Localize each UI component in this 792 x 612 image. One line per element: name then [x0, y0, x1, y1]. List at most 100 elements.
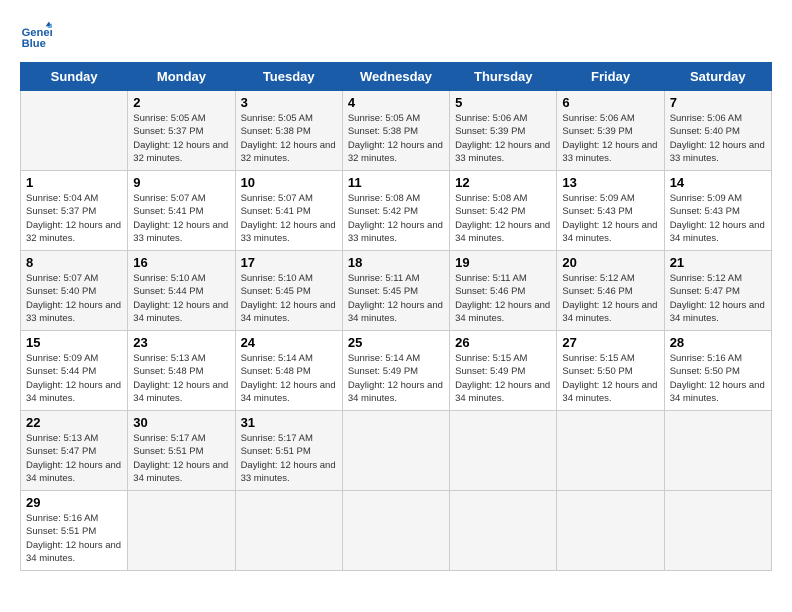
calendar-row: 2Sunrise: 5:05 AMSunset: 5:37 PMDaylight…: [21, 91, 772, 171]
day-number: 16: [133, 255, 229, 270]
day-detail: Sunrise: 5:12 AMSunset: 5:46 PMDaylight:…: [562, 272, 658, 325]
day-detail: Sunrise: 5:06 AMSunset: 5:39 PMDaylight:…: [562, 112, 658, 165]
svg-text:General: General: [22, 27, 52, 39]
day-detail: Sunrise: 5:06 AMSunset: 5:39 PMDaylight:…: [455, 112, 551, 165]
day-detail: Sunrise: 5:17 AMSunset: 5:51 PMDaylight:…: [133, 432, 229, 485]
day-detail: Sunrise: 5:07 AMSunset: 5:41 PMDaylight:…: [133, 192, 229, 245]
calendar-cell: 31Sunrise: 5:17 AMSunset: 5:51 PMDayligh…: [235, 411, 342, 491]
calendar-cell: [557, 411, 664, 491]
day-number: 12: [455, 175, 551, 190]
calendar-cell: [664, 491, 771, 571]
weekday-header-sunday: Sunday: [21, 63, 128, 91]
calendar-cell: 14 Sunrise: 5:09 AMSunset: 5:43 PMDayligh…: [664, 171, 771, 251]
calendar-cell: 11 Sunrise: 5:08 AMSunset: 5:42 PMDayligh…: [342, 171, 449, 251]
day-number: 28: [670, 335, 766, 350]
svg-text:Blue: Blue: [22, 38, 46, 50]
day-number: 18: [348, 255, 444, 270]
day-detail: Sunrise: 5:04 AMSunset: 5:37 PMDaylight:…: [26, 192, 122, 245]
calendar-cell: 3 Sunrise: 5:05 AMSunset: 5:38 PMDaylight…: [235, 91, 342, 171]
calendar-cell: 5 Sunrise: 5:06 AMSunset: 5:39 PMDaylight…: [450, 91, 557, 171]
calendar-cell: [128, 491, 235, 571]
weekday-header-saturday: Saturday: [664, 63, 771, 91]
day-detail: Sunrise: 5:07 AMSunset: 5:40 PMDaylight:…: [26, 272, 122, 325]
calendar-cell: 24 Sunrise: 5:14 AMSunset: 5:48 PMDayligh…: [235, 331, 342, 411]
calendar-table: SundayMondayTuesdayWednesdayThursdayFrid…: [20, 62, 772, 571]
calendar-cell: 25Sunrise: 5:14 AMSunset: 5:49 PMDayligh…: [342, 331, 449, 411]
day-detail: Sunrise: 5:09 AMSunset: 5:43 PMDaylight:…: [562, 192, 658, 245]
calendar-cell: [450, 491, 557, 571]
day-number: 7: [670, 95, 766, 110]
day-number: 25: [348, 335, 444, 350]
calendar-cell: 4Sunrise: 5:05 AMSunset: 5:38 PMDaylight…: [342, 91, 449, 171]
day-number: 19: [455, 255, 551, 270]
calendar-cell: 22 Sunrise: 5:13 AMSunset: 5:47 PMDayligh…: [21, 411, 128, 491]
page-header: General Blue: [20, 20, 772, 52]
day-number: 8: [26, 255, 122, 270]
logo: General Blue: [20, 20, 56, 52]
day-detail: Sunrise: 5:08 AMSunset: 5:42 PMDaylight:…: [455, 192, 551, 245]
weekday-header-friday: Friday: [557, 63, 664, 91]
calendar-cell: 13 Sunrise: 5:09 AMSunset: 5:43 PMDayligh…: [557, 171, 664, 251]
weekday-header-tuesday: Tuesday: [235, 63, 342, 91]
day-detail: Sunrise: 5:07 AMSunset: 5:41 PMDaylight:…: [241, 192, 337, 245]
calendar-cell: 15 Sunrise: 5:09 AMSunset: 5:44 PMDayligh…: [21, 331, 128, 411]
day-number: 24: [241, 335, 337, 350]
calendar-cell: [235, 491, 342, 571]
calendar-row: 22 Sunrise: 5:13 AMSunset: 5:47 PMDayligh…: [21, 411, 772, 491]
day-number: 14: [670, 175, 766, 190]
day-number: 10: [241, 175, 337, 190]
calendar-cell: 8 Sunrise: 5:07 AMSunset: 5:40 PMDaylight…: [21, 251, 128, 331]
day-detail: Sunrise: 5:10 AMSunset: 5:44 PMDaylight:…: [133, 272, 229, 325]
day-detail: Sunrise: 5:15 AMSunset: 5:49 PMDaylight:…: [455, 352, 551, 405]
day-detail: Sunrise: 5:16 AMSunset: 5:51 PMDaylight:…: [26, 512, 122, 565]
calendar-cell: 27Sunrise: 5:15 AMSunset: 5:50 PMDayligh…: [557, 331, 664, 411]
weekday-header-row: SundayMondayTuesdayWednesdayThursdayFrid…: [21, 63, 772, 91]
logo-icon: General Blue: [20, 20, 52, 52]
day-number: 22: [26, 415, 122, 430]
calendar-cell: 2Sunrise: 5:05 AMSunset: 5:37 PMDaylight…: [128, 91, 235, 171]
calendar-cell: 28 Sunrise: 5:16 AMSunset: 5:50 PMDayligh…: [664, 331, 771, 411]
day-detail: Sunrise: 5:13 AMSunset: 5:47 PMDaylight:…: [26, 432, 122, 485]
calendar-cell: 1Sunrise: 5:04 AMSunset: 5:37 PMDaylight…: [21, 171, 128, 251]
calendar-cell: 29 Sunrise: 5:16 AMSunset: 5:51 PMDayligh…: [21, 491, 128, 571]
day-number: 3: [241, 95, 337, 110]
day-number: 26: [455, 335, 551, 350]
calendar-cell: 17Sunrise: 5:10 AMSunset: 5:45 PMDayligh…: [235, 251, 342, 331]
calendar-cell: 6Sunrise: 5:06 AMSunset: 5:39 PMDaylight…: [557, 91, 664, 171]
calendar-cell: [342, 491, 449, 571]
calendar-cell: 21Sunrise: 5:12 AMSunset: 5:47 PMDayligh…: [664, 251, 771, 331]
calendar-row: 29 Sunrise: 5:16 AMSunset: 5:51 PMDayligh…: [21, 491, 772, 571]
calendar-row: 1Sunrise: 5:04 AMSunset: 5:37 PMDaylight…: [21, 171, 772, 251]
calendar-cell: [557, 491, 664, 571]
calendar-cell: 30Sunrise: 5:17 AMSunset: 5:51 PMDayligh…: [128, 411, 235, 491]
day-detail: Sunrise: 5:13 AMSunset: 5:48 PMDaylight:…: [133, 352, 229, 405]
day-number: 5: [455, 95, 551, 110]
day-detail: Sunrise: 5:09 AMSunset: 5:44 PMDaylight:…: [26, 352, 122, 405]
day-number: 11: [348, 175, 444, 190]
day-detail: Sunrise: 5:17 AMSunset: 5:51 PMDaylight:…: [241, 432, 337, 485]
day-detail: Sunrise: 5:05 AMSunset: 5:37 PMDaylight:…: [133, 112, 229, 165]
calendar-cell: 12 Sunrise: 5:08 AMSunset: 5:42 PMDayligh…: [450, 171, 557, 251]
day-number: 15: [26, 335, 122, 350]
weekday-header-wednesday: Wednesday: [342, 63, 449, 91]
day-detail: Sunrise: 5:16 AMSunset: 5:50 PMDaylight:…: [670, 352, 766, 405]
day-detail: Sunrise: 5:08 AMSunset: 5:42 PMDaylight:…: [348, 192, 444, 245]
day-number: 20: [562, 255, 658, 270]
calendar-row: 15 Sunrise: 5:09 AMSunset: 5:44 PMDayligh…: [21, 331, 772, 411]
calendar-cell: 18Sunrise: 5:11 AMSunset: 5:45 PMDayligh…: [342, 251, 449, 331]
calendar-cell: 19 Sunrise: 5:11 AMSunset: 5:46 PMDayligh…: [450, 251, 557, 331]
calendar-cell: 26 Sunrise: 5:15 AMSunset: 5:49 PMDayligh…: [450, 331, 557, 411]
day-number: 29: [26, 495, 122, 510]
day-number: 23: [133, 335, 229, 350]
calendar-cell: 7Sunrise: 5:06 AMSunset: 5:40 PMDaylight…: [664, 91, 771, 171]
calendar-cell: [342, 411, 449, 491]
day-detail: Sunrise: 5:05 AMSunset: 5:38 PMDaylight:…: [241, 112, 337, 165]
calendar-row: 8 Sunrise: 5:07 AMSunset: 5:40 PMDaylight…: [21, 251, 772, 331]
calendar-cell: [664, 411, 771, 491]
day-detail: Sunrise: 5:09 AMSunset: 5:43 PMDaylight:…: [670, 192, 766, 245]
day-number: 13: [562, 175, 658, 190]
day-number: 9: [133, 175, 229, 190]
day-detail: Sunrise: 5:11 AMSunset: 5:46 PMDaylight:…: [455, 272, 551, 325]
weekday-header-thursday: Thursday: [450, 63, 557, 91]
day-detail: Sunrise: 5:14 AMSunset: 5:48 PMDaylight:…: [241, 352, 337, 405]
